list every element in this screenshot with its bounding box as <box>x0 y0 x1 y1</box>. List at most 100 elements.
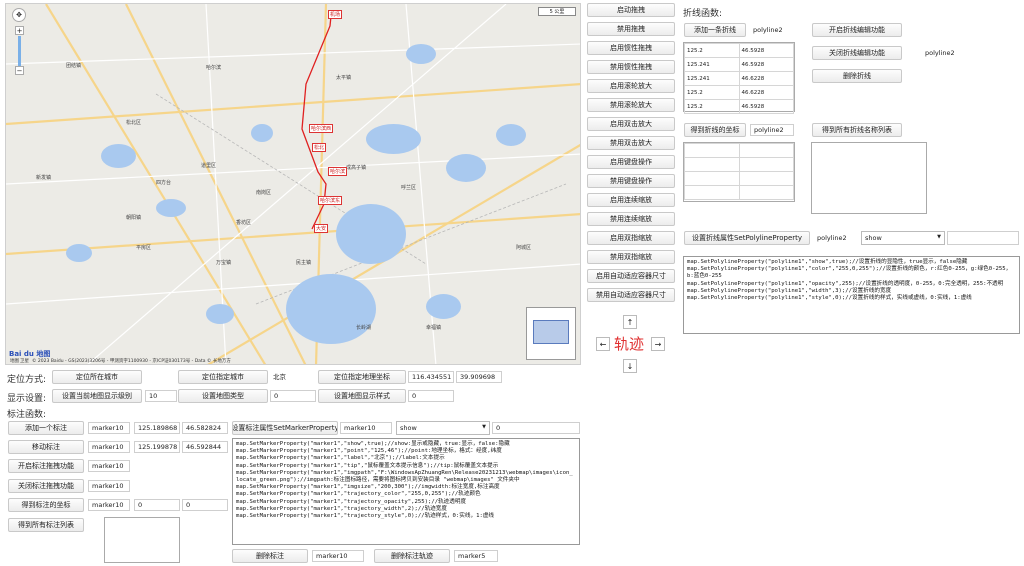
empty-cell <box>738 171 794 186</box>
disable-marker-drag-button[interactable]: 关闭标注拖拽功能 <box>8 479 84 493</box>
satellite-link[interactable]: 卫星 <box>20 358 29 364</box>
add-marker-lat-input[interactable]: 46.582824 <box>182 422 228 434</box>
delete-polyline-button[interactable]: 删除折线 <box>812 69 902 83</box>
zoom-out-icon[interactable]: − <box>15 66 24 75</box>
map-marker-station[interactable]: 哈尔滨西 <box>309 124 334 133</box>
polyline-edit-name-input[interactable]: polyline2 <box>922 47 968 59</box>
map-marker-station[interactable]: 哈尔滨 <box>328 167 348 176</box>
map-marker-station[interactable]: 大安 <box>314 224 329 233</box>
get-marker-coord-name-input[interactable]: marker10 <box>88 499 130 511</box>
enable-drag-button[interactable]: 启动拖拽 <box>587 3 675 17</box>
disable-inertia-drag-button[interactable]: 禁用惯性拖拽 <box>587 60 675 74</box>
add-marker-button[interactable]: 添加一个标注 <box>8 421 84 435</box>
code-line: map.SetPolylineProperty("polyline1","sty… <box>687 295 972 302</box>
city-name-input[interactable]: 北京 <box>270 371 312 383</box>
enable-continuous-zoom-button[interactable]: 启用连续缩放 <box>587 193 675 207</box>
enable-polyline-edit-button[interactable]: 开启折线编辑功能 <box>812 23 902 37</box>
map-view[interactable]: 哈尔滨 团结镇 太平镇 松北区 呼兰区 道里区 南岗区 香坊区 平房区 阿城区 … <box>5 3 581 365</box>
set-map-type-button[interactable]: 设置地图类型 <box>178 389 268 403</box>
delete-marker-track-button[interactable]: 删除标注轨迹 <box>374 549 450 563</box>
map-label: 长岭湖 <box>356 325 372 331</box>
map-label: 松北区 <box>126 120 142 126</box>
polyline-code-textarea[interactable]: map.SetPolylineProperty("polyline1","sho… <box>683 256 1020 334</box>
get-polyline-names-button[interactable]: 得到所有折线名称列表 <box>812 123 902 137</box>
map-marker-station[interactable]: 机场 <box>328 10 343 19</box>
marker-section-title: 标注函数: <box>7 410 47 420</box>
lake <box>156 199 186 217</box>
polyline-coords-table[interactable] <box>683 142 795 202</box>
marker-list-box[interactable] <box>104 517 180 563</box>
marker-code-textarea[interactable]: map.SetMarkerProperty("marker1","show",t… <box>232 438 580 545</box>
set-marker-property-name-input[interactable]: marker10 <box>340 422 392 434</box>
enable-marker-drag-name-input[interactable]: marker10 <box>88 460 130 472</box>
enable-keyboard-button[interactable]: 启用键盘操作 <box>587 155 675 169</box>
map-label: 香坊区 <box>236 220 252 226</box>
map-link[interactable]: 地图 <box>10 358 19 364</box>
add-polyline-name-input[interactable]: polyline2 <box>750 24 792 36</box>
enable-dblclick-zoom-button[interactable]: 启用双击放大 <box>587 117 675 131</box>
enable-pinch-zoom-button[interactable]: 启用双指缩放 <box>587 231 675 245</box>
enable-auto-resize-button[interactable]: 启用自动适应容器尺寸 <box>587 269 675 283</box>
overview-viewport[interactable] <box>533 320 569 344</box>
pan-up-button[interactable]: ↑ <box>623 315 637 329</box>
enable-scroll-zoom-button[interactable]: 启用滚轮放大 <box>587 79 675 93</box>
disable-continuous-zoom-button[interactable]: 禁用连续缩放 <box>587 212 675 226</box>
delete-marker-button[interactable]: 删除标注 <box>232 549 308 563</box>
disable-scroll-zoom-button[interactable]: 禁用滚轮放大 <box>587 98 675 112</box>
add-polyline-button[interactable]: 添加一条折线 <box>684 23 746 37</box>
polyline-names-list[interactable] <box>811 142 927 214</box>
map-pan-icon[interactable]: ✥ <box>12 8 26 22</box>
lat-cell: 46.5928 <box>738 43 794 58</box>
empty-cell <box>684 157 740 172</box>
move-marker-button[interactable]: 移动标注 <box>8 440 84 454</box>
map-marker-station[interactable]: 哈尔滨东 <box>318 196 343 205</box>
disable-marker-drag-name-input[interactable]: marker10 <box>88 480 130 492</box>
locate-coordinate-button[interactable]: 定位指定地理坐标 <box>318 370 406 384</box>
delete-marker-track-name-input[interactable]: marker5 <box>454 550 498 562</box>
add-marker-lng-input[interactable]: 125.189868 <box>134 422 180 434</box>
map-type-input[interactable]: 0 <box>270 390 316 402</box>
set-zoom-level-button[interactable]: 设置当前地图显示级别 <box>52 389 142 403</box>
marker-property-select[interactable]: show ▼ <box>396 421 490 435</box>
display-style-input[interactable]: 0 <box>408 390 454 402</box>
disable-drag-button[interactable]: 禁用拖拽 <box>587 22 675 36</box>
disable-auto-resize-button[interactable]: 禁用自动适应容器尺寸 <box>587 288 675 302</box>
set-polyline-property-button[interactable]: 设置折线属性SetPolylineProperty <box>684 231 810 245</box>
add-marker-name-input[interactable]: marker10 <box>88 422 130 434</box>
locate-current-city-button[interactable]: 定位所在城市 <box>52 370 142 384</box>
pan-right-button[interactable]: → <box>651 337 665 351</box>
map-marker-station[interactable]: 松北 <box>312 143 327 152</box>
longitude-input[interactable]: 116.434551 <box>408 371 454 383</box>
move-marker-name-input[interactable]: marker10 <box>88 441 130 453</box>
enable-inertia-drag-button[interactable]: 启用惯性拖拽 <box>587 41 675 55</box>
pan-down-button[interactable]: ↓ <box>623 359 637 373</box>
polyline-property-value-input[interactable] <box>947 231 1019 245</box>
disable-dblclick-zoom-button[interactable]: 禁用双击放大 <box>587 136 675 150</box>
zoom-level-input[interactable]: 10 <box>145 390 177 402</box>
delete-marker-name-input[interactable]: marker10 <box>312 550 364 562</box>
marker-property-value-input[interactable]: 0 <box>492 422 580 434</box>
get-polyline-coords-button[interactable]: 得到折线的坐标 <box>684 123 746 137</box>
zoom-slider[interactable] <box>18 36 21 66</box>
lake <box>426 294 461 319</box>
pan-left-button[interactable]: ← <box>596 337 610 351</box>
latitude-input[interactable]: 39.909698 <box>456 371 502 383</box>
set-display-style-button[interactable]: 设置地图显示样式 <box>318 389 406 403</box>
set-polyline-property-name-input[interactable]: polyline2 <box>814 232 856 244</box>
zoom-in-icon[interactable]: + <box>15 26 24 35</box>
set-marker-property-button[interactable]: 设置标注属性SetMarkerProperty <box>232 421 338 435</box>
enable-marker-drag-button[interactable]: 开启标注拖拽功能 <box>8 459 84 473</box>
disable-keyboard-button[interactable]: 禁用键盘操作 <box>587 174 675 188</box>
overview-map[interactable] <box>526 307 576 360</box>
get-polyline-coords-name-input[interactable]: polyline2 <box>750 124 794 136</box>
move-marker-lat-input[interactable]: 46.592844 <box>182 441 228 453</box>
polyline-points-table[interactable]: 125.2 46.5928 125.241 46.5928 125.241 46.62… <box>683 42 795 114</box>
disable-pinch-zoom-button[interactable]: 禁用双指缩放 <box>587 250 675 264</box>
get-marker-list-button[interactable]: 得到所有标注列表 <box>8 518 84 532</box>
disable-polyline-edit-button[interactable]: 关闭折线编辑功能 <box>812 46 902 60</box>
polyline-property-select[interactable]: show ▼ <box>861 231 945 245</box>
move-marker-lng-input[interactable]: 125.199878 <box>134 441 180 453</box>
locate-named-city-button[interactable]: 定位指定城市 <box>178 370 268 384</box>
empty-cell <box>738 185 794 200</box>
get-marker-coord-button[interactable]: 得到标注的坐标 <box>8 498 84 512</box>
